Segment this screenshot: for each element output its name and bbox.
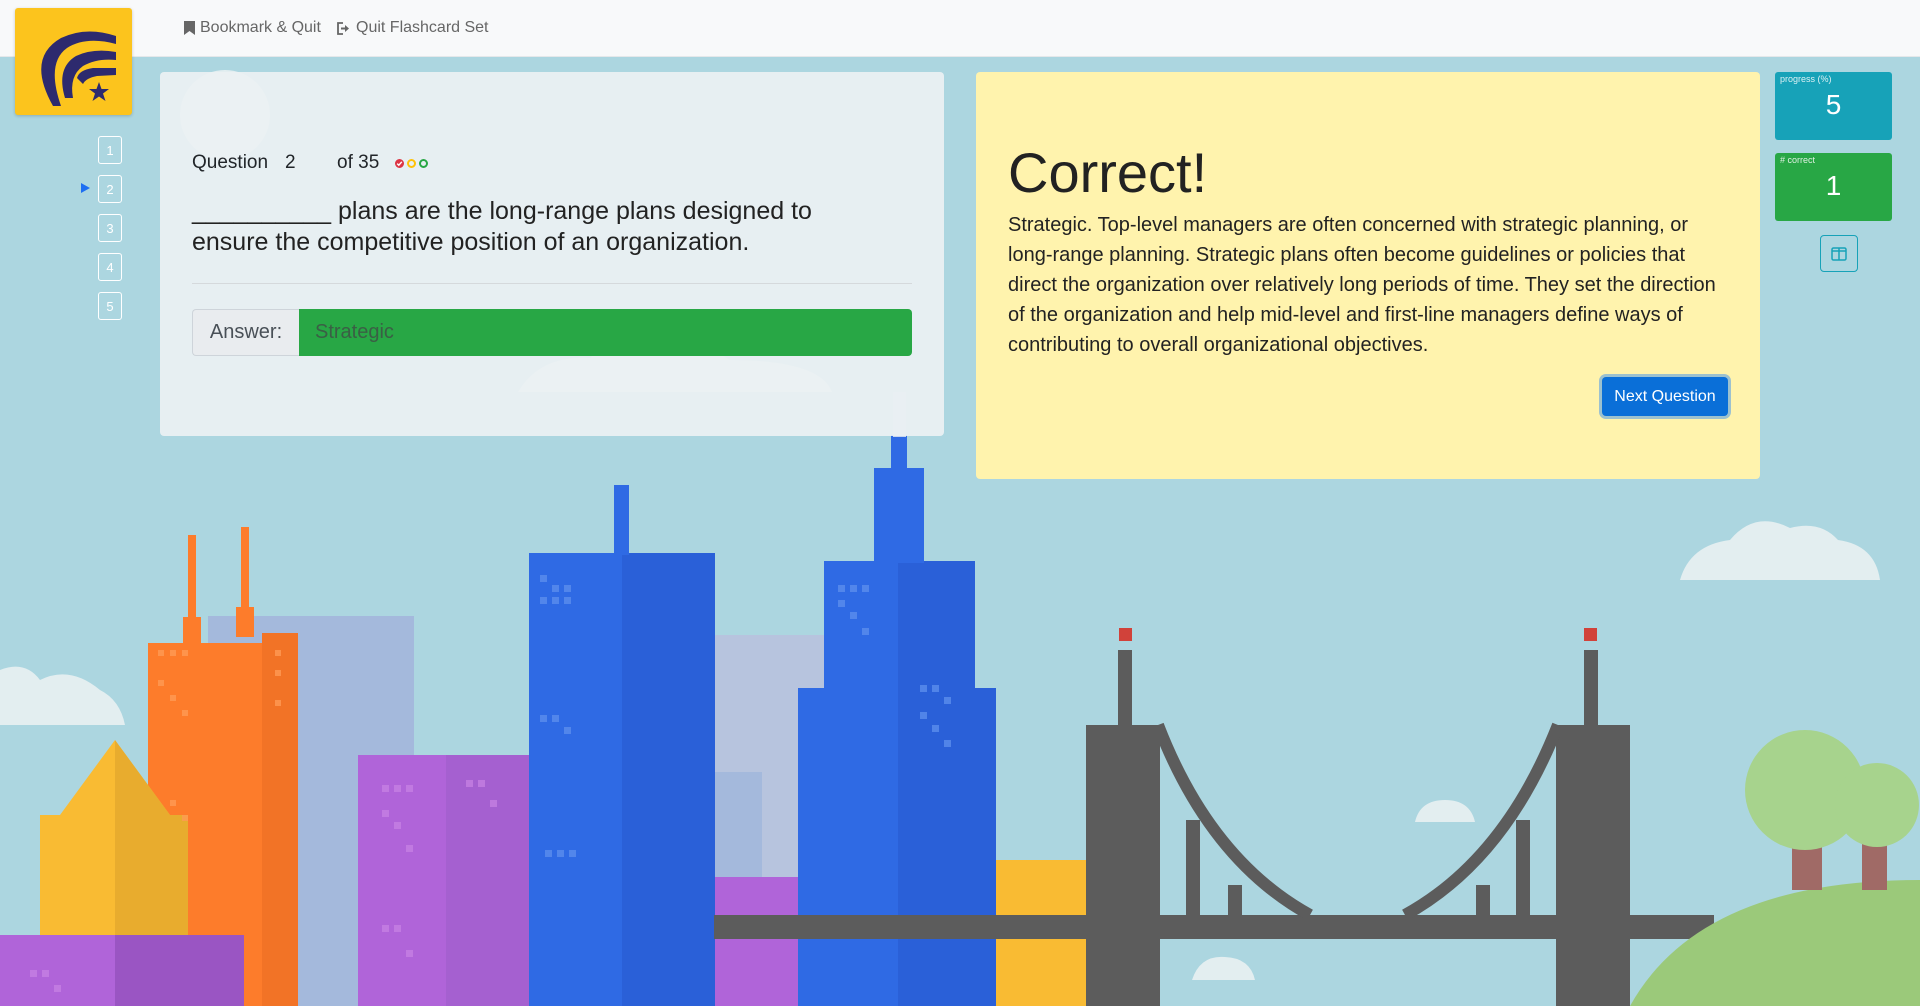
next-question-button[interactable]: Next Question bbox=[1602, 377, 1728, 416]
site-logo[interactable] bbox=[15, 8, 132, 115]
bookmark-icon bbox=[184, 21, 195, 35]
question-card: Question 2 of 35 __________ plans are th… bbox=[160, 72, 944, 436]
question-label: Question bbox=[192, 152, 269, 173]
progress-value: 5 bbox=[1825, 89, 1842, 120]
question-navigator: 1 2 3 4 5 bbox=[81, 136, 122, 331]
toggle-layout-button[interactable] bbox=[1820, 235, 1858, 272]
question-header: Question 2 of 35 bbox=[192, 152, 429, 174]
question-nav-item-3[interactable]: 3 bbox=[98, 214, 122, 242]
progress-stat: progress (%) 5 bbox=[1775, 72, 1892, 140]
question-nav-item-4[interactable]: 4 bbox=[98, 253, 122, 281]
progress-label: progress (%) bbox=[1780, 74, 1832, 84]
answer-label: Answer: bbox=[192, 309, 299, 356]
sign-out-icon bbox=[337, 21, 349, 35]
bookmark-quit-link[interactable]: Bookmark & Quit bbox=[184, 19, 321, 37]
current-question-marker-icon bbox=[81, 183, 90, 193]
question-status-dots bbox=[395, 158, 429, 168]
question-total: of 35 bbox=[337, 152, 380, 173]
status-dot-correct-icon bbox=[395, 158, 405, 168]
status-dot-pending-icon bbox=[419, 158, 429, 168]
correct-label: # correct bbox=[1780, 155, 1816, 165]
quit-flashcard-label: Quit Flashcard Set bbox=[356, 19, 489, 36]
question-divider bbox=[192, 283, 912, 284]
feedback-card: Correct! Strategic. Top-level managers a… bbox=[976, 72, 1760, 479]
answer-row: Answer: Strategic bbox=[192, 309, 912, 356]
quit-flashcard-link[interactable]: Quit Flashcard Set bbox=[337, 19, 489, 37]
columns-icon bbox=[1831, 246, 1847, 261]
wing-star-logo-icon bbox=[41, 31, 116, 106]
correct-value: 1 bbox=[1825, 170, 1842, 201]
question-nav-item-2[interactable]: 2 bbox=[98, 175, 122, 203]
question-nav-item-1[interactable]: 1 bbox=[98, 136, 122, 164]
feedback-explanation: Strategic. Top-level managers are often … bbox=[1008, 214, 1716, 356]
top-navbar: Bookmark & Quit Quit Flashcard Set bbox=[0, 0, 1920, 57]
question-text: __________ plans are the long-range plan… bbox=[192, 197, 812, 256]
answer-value: Strategic bbox=[299, 309, 912, 356]
feedback-title: Correct! bbox=[1008, 141, 1208, 204]
correct-stat: # correct 1 bbox=[1775, 153, 1892, 221]
bookmark-quit-label: Bookmark & Quit bbox=[200, 19, 321, 36]
question-nav-item-5[interactable]: 5 bbox=[98, 292, 122, 320]
question-number: 2 bbox=[285, 152, 296, 173]
status-dot-pending-icon bbox=[407, 158, 417, 168]
